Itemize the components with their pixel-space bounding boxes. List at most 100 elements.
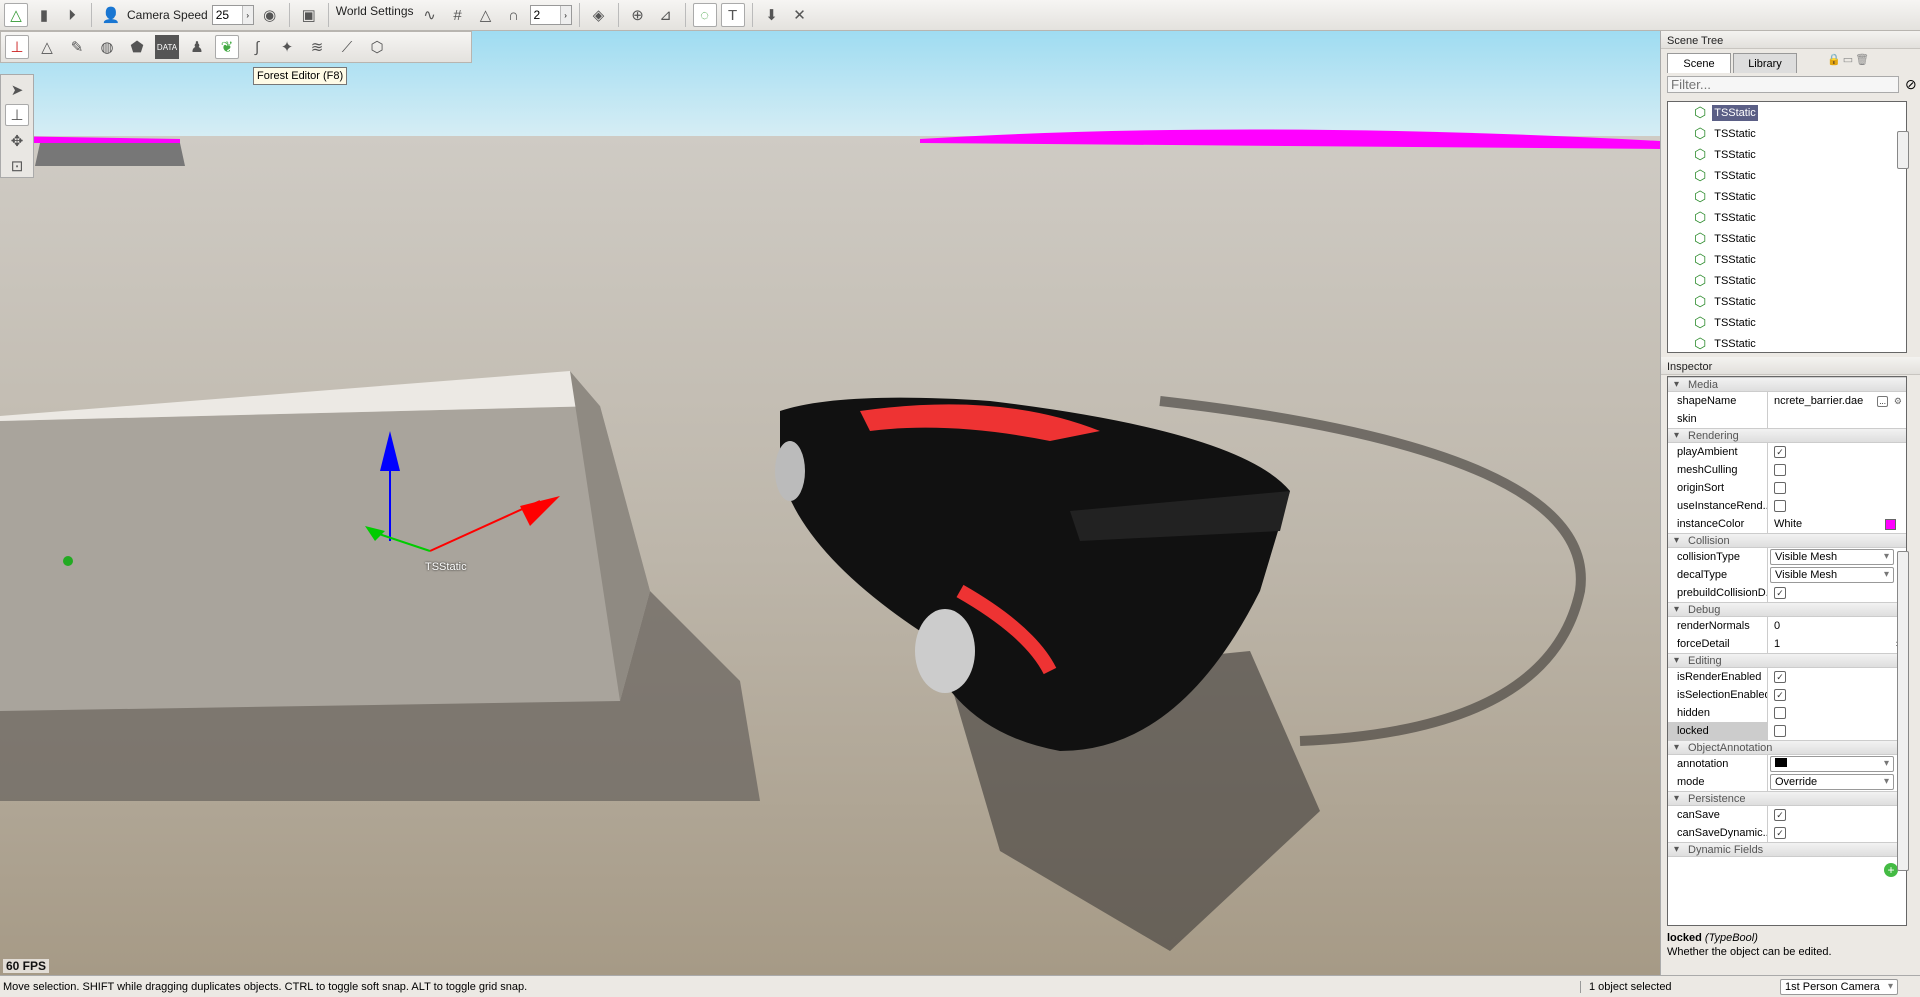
camera-mode-dropdown[interactable]: 1st Person Camera xyxy=(1780,978,1898,995)
field-dropdown[interactable]: Visible Mesh xyxy=(1770,549,1894,565)
checkbox[interactable]: ✓ xyxy=(1774,827,1786,839)
inspector-title: Inspector xyxy=(1661,357,1920,375)
sketch-icon[interactable]: ⬟ xyxy=(125,35,149,59)
field-row: skin xyxy=(1668,410,1906,428)
snap-value-input[interactable]: 2 › xyxy=(529,5,572,25)
fit-icon[interactable]: ✕ xyxy=(788,3,812,27)
object-editor-icon[interactable]: ⊥ xyxy=(5,35,29,59)
visibility-eye-icon[interactable]: ◉ xyxy=(258,3,282,27)
checkbox[interactable] xyxy=(1774,707,1786,719)
clear-filter-icon[interactable]: ⊘ xyxy=(1905,76,1917,93)
center-icon[interactable]: ⊕ xyxy=(626,3,650,27)
color-swatch xyxy=(1775,758,1787,767)
checkbox[interactable] xyxy=(1774,500,1786,512)
drop-object-icon[interactable]: ⬇ xyxy=(760,3,784,27)
field-dropdown[interactable] xyxy=(1770,756,1894,772)
checkbox[interactable]: ✓ xyxy=(1774,587,1786,599)
particle-editor-icon[interactable]: ♟ xyxy=(185,35,209,59)
field-label: isRenderEnabled xyxy=(1668,668,1768,686)
field-value[interactable]: 1 xyxy=(1774,638,1780,650)
road-editor-icon[interactable]: ∫ xyxy=(245,35,269,59)
object-bounds-icon[interactable]: ◈ xyxy=(587,3,611,27)
screenshot-icon[interactable]: ▣ xyxy=(297,3,321,27)
checkbox[interactable]: ✓ xyxy=(1774,689,1786,701)
tree-item[interactable]: ⬡ TSStatic xyxy=(1668,270,1906,291)
tree-item[interactable]: ⬡ TSStatic xyxy=(1668,333,1906,352)
rotate-icon[interactable]: ✥ xyxy=(5,130,29,151)
delete-icon[interactable]: 🗑 xyxy=(1855,53,1869,73)
browse-button[interactable]: ... xyxy=(1877,395,1888,407)
forest-editor-icon[interactable]: ❦ xyxy=(215,35,239,59)
add-field-icon[interactable]: + xyxy=(1884,863,1898,877)
section-editing[interactable]: Editing xyxy=(1668,653,1906,668)
field-label: hidden xyxy=(1668,704,1768,722)
section-collision[interactable]: Collision xyxy=(1668,533,1906,548)
field-label: locked xyxy=(1668,722,1768,740)
mesh-road-icon[interactable]: ⟋ xyxy=(335,35,359,59)
3d-viewport[interactable]: TSStatic xyxy=(0,31,1660,975)
section-persistence[interactable]: Persistence xyxy=(1668,791,1906,806)
tree-item[interactable]: ⬡ TSStatic xyxy=(1668,207,1906,228)
decal-editor-icon[interactable]: ✦ xyxy=(275,35,299,59)
section-debug[interactable]: Debug xyxy=(1668,602,1906,617)
text-labels-icon[interactable]: T xyxy=(720,3,745,27)
section-rendering[interactable]: Rendering xyxy=(1668,428,1906,443)
tree-item[interactable]: ⬡ TSStatic xyxy=(1668,249,1906,270)
checkbox[interactable]: ✓ xyxy=(1774,446,1786,458)
scale-icon[interactable]: ⊡ xyxy=(5,156,29,177)
field-value[interactable]: ncrete_barrier.dae xyxy=(1774,395,1863,407)
axis-icon[interactable]: ⊿ xyxy=(654,3,678,27)
material-editor-icon[interactable]: ◍ xyxy=(95,35,119,59)
tree-item[interactable]: ⬡ TSStatic xyxy=(1668,228,1906,249)
shape-preview-icon[interactable]: ⚙ xyxy=(1894,396,1902,407)
tree-item[interactable]: ⬡ TSStatic xyxy=(1668,144,1906,165)
section-objectannotation[interactable]: ObjectAnnotation xyxy=(1668,740,1906,755)
terrain-editor-icon[interactable]: △ xyxy=(35,35,59,59)
datablock-editor-icon[interactable]: DATA xyxy=(155,35,179,59)
checkbox[interactable] xyxy=(1774,482,1786,494)
checkbox[interactable]: ✓ xyxy=(1774,809,1786,821)
checkbox[interactable] xyxy=(1774,725,1786,737)
snap-value: 2 xyxy=(533,8,541,22)
grid-icon[interactable]: # xyxy=(446,3,470,27)
world-settings-button[interactable]: World Settings xyxy=(336,4,414,18)
tree-item[interactable]: ⬡ TSStatic xyxy=(1668,123,1906,144)
snap-icon[interactable]: ∿ xyxy=(418,3,442,27)
river-editor-icon[interactable]: ≋ xyxy=(305,35,329,59)
tree-item[interactable]: ⬡ TSStatic xyxy=(1668,165,1906,186)
new-group-icon[interactable]: ▭ xyxy=(1843,53,1853,73)
tree-item[interactable]: ⬡ TSStatic xyxy=(1668,291,1906,312)
panels-icon[interactable]: ▮ xyxy=(32,3,56,27)
tree-item[interactable]: ⬡ TSStatic xyxy=(1668,102,1906,123)
checkbox[interactable]: ✓ xyxy=(1774,671,1786,683)
field-value[interactable]: White xyxy=(1774,518,1802,530)
terrain-snap-icon[interactable]: △ xyxy=(474,3,498,27)
section-media[interactable]: Media xyxy=(1668,377,1906,392)
field-dropdown[interactable]: Visible Mesh xyxy=(1770,567,1894,583)
section-dynamic-fields[interactable]: Dynamic Fields xyxy=(1668,842,1906,857)
checkbox[interactable] xyxy=(1774,464,1786,476)
filter-input[interactable] xyxy=(1667,76,1899,93)
play-icon[interactable]: ⏵ xyxy=(60,3,84,27)
camera-speed-input[interactable]: 25 › xyxy=(211,5,254,25)
tab-library[interactable]: Library xyxy=(1733,53,1797,73)
field-value[interactable]: 0 xyxy=(1774,620,1780,632)
color-swatch[interactable] xyxy=(1885,518,1896,530)
navmesh-icon[interactable]: ⬡ xyxy=(365,35,389,59)
lock-icon[interactable]: 🔒 xyxy=(1827,53,1841,73)
field-dropdown[interactable]: Override xyxy=(1770,774,1894,790)
tree-item[interactable]: ⬡ TSStatic xyxy=(1668,312,1906,333)
terrain-painter-icon[interactable]: ✎ xyxy=(65,35,89,59)
inspector-scrollbar[interactable] xyxy=(1897,551,1909,871)
inspector-fields: MediashapeName ncrete_barrier.dae... ⚙ skin… xyxy=(1667,376,1907,926)
tab-scene[interactable]: Scene xyxy=(1667,53,1731,73)
select-arrow-icon[interactable]: ➤ xyxy=(5,79,29,100)
tree-item[interactable]: ⬡ TSStatic xyxy=(1668,186,1906,207)
field-label: collisionType xyxy=(1668,548,1768,566)
magnet-icon[interactable]: ∩ xyxy=(502,3,526,27)
scene-tree-scrollbar[interactable] xyxy=(1897,131,1909,169)
move-icon[interactable]: ⊥ xyxy=(5,104,29,127)
select-icons-icon[interactable]: ◌ xyxy=(692,3,717,27)
world-editor-icon[interactable]: △ xyxy=(4,3,28,27)
camera-person-icon[interactable]: 👤 xyxy=(99,3,123,27)
